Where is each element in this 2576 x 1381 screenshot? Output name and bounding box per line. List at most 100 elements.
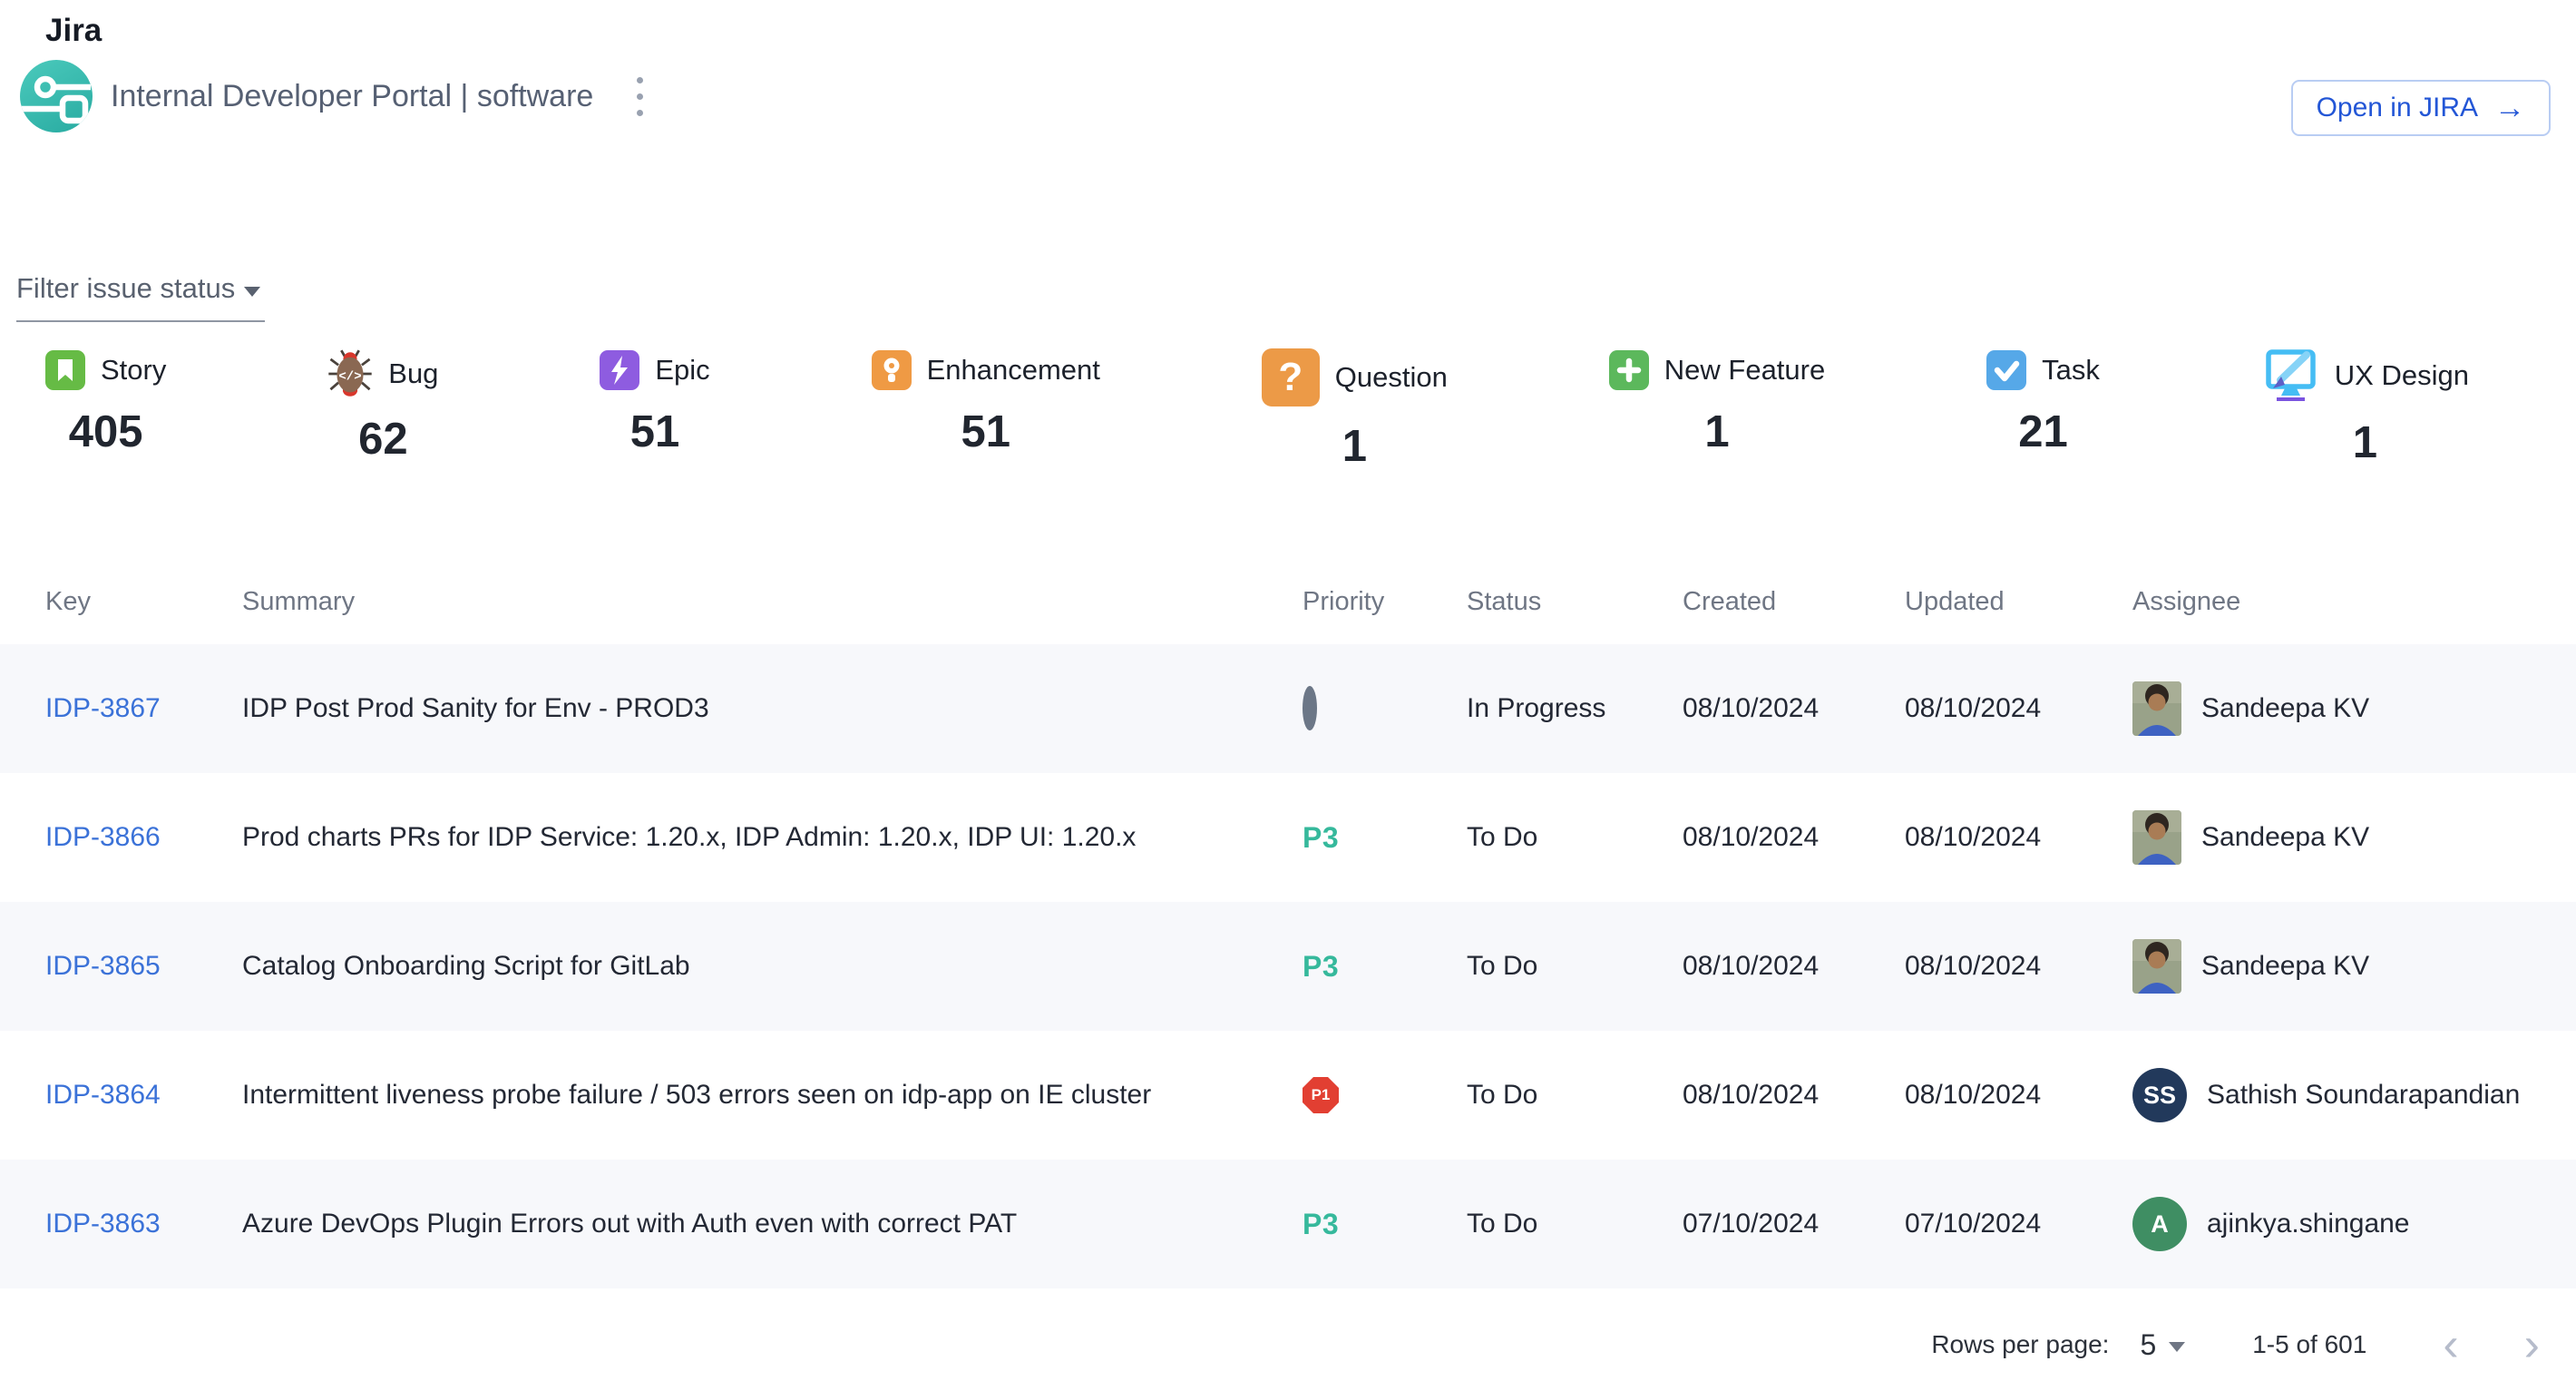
counter-label: Story [101, 354, 166, 387]
assignee-name: Sandeepa KV [2201, 951, 2369, 982]
avatar [2132, 681, 2181, 736]
col-header-assignee: Assignee [2132, 587, 2551, 617]
svg-text:</>: </> [339, 369, 362, 384]
issue-status: In Progress [1467, 693, 1683, 724]
next-page-icon[interactable]: › [2517, 1321, 2547, 1368]
counter-epic: Epic 51 [600, 348, 709, 472]
story-icon [45, 350, 85, 390]
assignee-name: Sandeepa KV [2201, 693, 2369, 724]
counter-count: 405 [45, 406, 166, 457]
table-row: IDP-3867 IDP Post Prod Sanity for Env - … [0, 644, 2576, 773]
issue-summary: Intermittent liveness probe failure / 50… [242, 1080, 1303, 1111]
issue-updated: 08/10/2024 [1905, 951, 2132, 982]
chevron-down-icon [2169, 1342, 2185, 1352]
project-name: Internal Developer Portal | software [111, 79, 593, 114]
issue-summary: IDP Post Prod Sanity for Env - PROD3 [242, 693, 1303, 724]
col-header-updated: Updated [1905, 587, 2132, 617]
counter-count: 1 [1262, 421, 1448, 472]
issue-key-link[interactable]: IDP-3864 [45, 1080, 161, 1110]
col-header-key: Key [45, 587, 242, 617]
avatar [2132, 810, 2181, 865]
issue-created: 08/10/2024 [1683, 822, 1905, 853]
counter-label: Bug [388, 357, 438, 390]
priority-none-icon [1303, 686, 1317, 730]
issue-updated: 08/10/2024 [1905, 1080, 2132, 1111]
counter-count: 62 [327, 414, 438, 465]
issue-updated: 08/10/2024 [1905, 822, 2132, 853]
priority-p3-badge: P3 [1303, 821, 1339, 854]
issue-status: To Do [1467, 1080, 1683, 1111]
rows-per-page-select[interactable]: 5 [2140, 1328, 2185, 1362]
counter-bug: </> Bug 62 [327, 348, 438, 472]
filter-issue-status-select[interactable]: Filter issue status [16, 272, 265, 322]
issue-updated: 07/10/2024 [1905, 1209, 2132, 1239]
counter-label: Epic [655, 354, 709, 387]
previous-page-icon[interactable]: ‹ [2435, 1321, 2465, 1368]
bug-icon: </> [327, 348, 373, 399]
kebab-menu-icon[interactable] [624, 68, 656, 125]
filter-issue-status-label: Filter issue status [16, 272, 235, 305]
assignee-name: Sandeepa KV [2201, 822, 2369, 853]
open-in-jira-button[interactable]: Open in JIRA → [2291, 80, 2551, 136]
table-row: IDP-3866 Prod charts PRs for IDP Service… [0, 773, 2576, 902]
counter-label: Question [1335, 361, 1448, 394]
jira-plugin-logo-icon [20, 60, 93, 132]
col-header-summary: Summary [242, 587, 1303, 617]
counter-new-feature: New Feature 1 [1609, 348, 1825, 472]
issue-created: 07/10/2024 [1683, 1209, 1905, 1239]
priority-p3-badge: P3 [1303, 950, 1339, 983]
avatar: A [2132, 1197, 2187, 1251]
arrow-right-icon: → [2494, 93, 2525, 123]
counter-task: Task 21 [1986, 348, 2100, 472]
table-row: IDP-3864 Intermittent liveness probe fai… [0, 1031, 2576, 1160]
chevron-down-icon [244, 287, 260, 297]
enhancement-icon [872, 350, 912, 390]
priority-p3-badge: P3 [1303, 1208, 1339, 1240]
table-header-row: Key Summary Priority Status Created Upda… [0, 559, 2576, 644]
pagination-bar: Rows per page: 5 1-5 of 601 ‹ › [1931, 1308, 2547, 1381]
issue-updated: 08/10/2024 [1905, 693, 2132, 724]
issue-summary: Catalog Onboarding Script for GitLab [242, 951, 1303, 982]
counter-count: 1 [2261, 417, 2469, 468]
issue-summary: Azure DevOps Plugin Errors out with Auth… [242, 1209, 1303, 1239]
question-icon: ? [1262, 348, 1320, 406]
counter-question: ? Question 1 [1262, 348, 1448, 472]
counter-ux-design: UX Design 1 [2261, 348, 2469, 472]
new-feature-icon [1609, 350, 1649, 390]
priority-p1-badge: P1 [1303, 1077, 1339, 1113]
ux-design-icon [2261, 348, 2319, 403]
pagination-range: 1-5 of 601 [2252, 1330, 2366, 1359]
counter-count: 21 [1986, 406, 2100, 457]
counter-label: UX Design [2335, 359, 2469, 392]
issue-status: To Do [1467, 1209, 1683, 1239]
task-icon [1986, 350, 2026, 390]
page-title: Jira [45, 13, 102, 49]
avatar: SS [2132, 1068, 2187, 1122]
avatar [2132, 939, 2181, 994]
open-in-jira-label: Open in JIRA [2317, 93, 2478, 123]
counter-count: 51 [872, 406, 1100, 457]
rows-per-page-value: 5 [2140, 1328, 2156, 1362]
rows-per-page-label: Rows per page: [1931, 1330, 2109, 1359]
project-header: Internal Developer Portal | software [20, 60, 656, 132]
counter-label: New Feature [1664, 354, 1825, 387]
counter-enhancement: Enhancement 51 [872, 348, 1100, 472]
counter-count: 51 [600, 406, 709, 457]
issue-key-link[interactable]: IDP-3863 [45, 1209, 161, 1239]
table-row: IDP-3865 Catalog Onboarding Script for G… [0, 902, 2576, 1031]
issues-table: Key Summary Priority Status Created Upda… [0, 559, 2576, 1288]
issue-key-link[interactable]: IDP-3867 [45, 693, 161, 723]
issue-key-link[interactable]: IDP-3866 [45, 822, 161, 852]
issue-status: To Do [1467, 822, 1683, 853]
counter-count: 1 [1609, 406, 1825, 457]
col-header-created: Created [1683, 587, 1905, 617]
counter-label: Enhancement [927, 354, 1100, 387]
issue-created: 08/10/2024 [1683, 693, 1905, 724]
assignee-name: ajinkya.shingane [2207, 1209, 2410, 1239]
issue-key-link[interactable]: IDP-3865 [45, 951, 161, 981]
issue-created: 08/10/2024 [1683, 1080, 1905, 1111]
epic-icon [600, 350, 639, 390]
table-row: IDP-3863 Azure DevOps Plugin Errors out … [0, 1160, 2576, 1288]
issue-created: 08/10/2024 [1683, 951, 1905, 982]
issue-summary: Prod charts PRs for IDP Service: 1.20.x,… [242, 822, 1303, 853]
